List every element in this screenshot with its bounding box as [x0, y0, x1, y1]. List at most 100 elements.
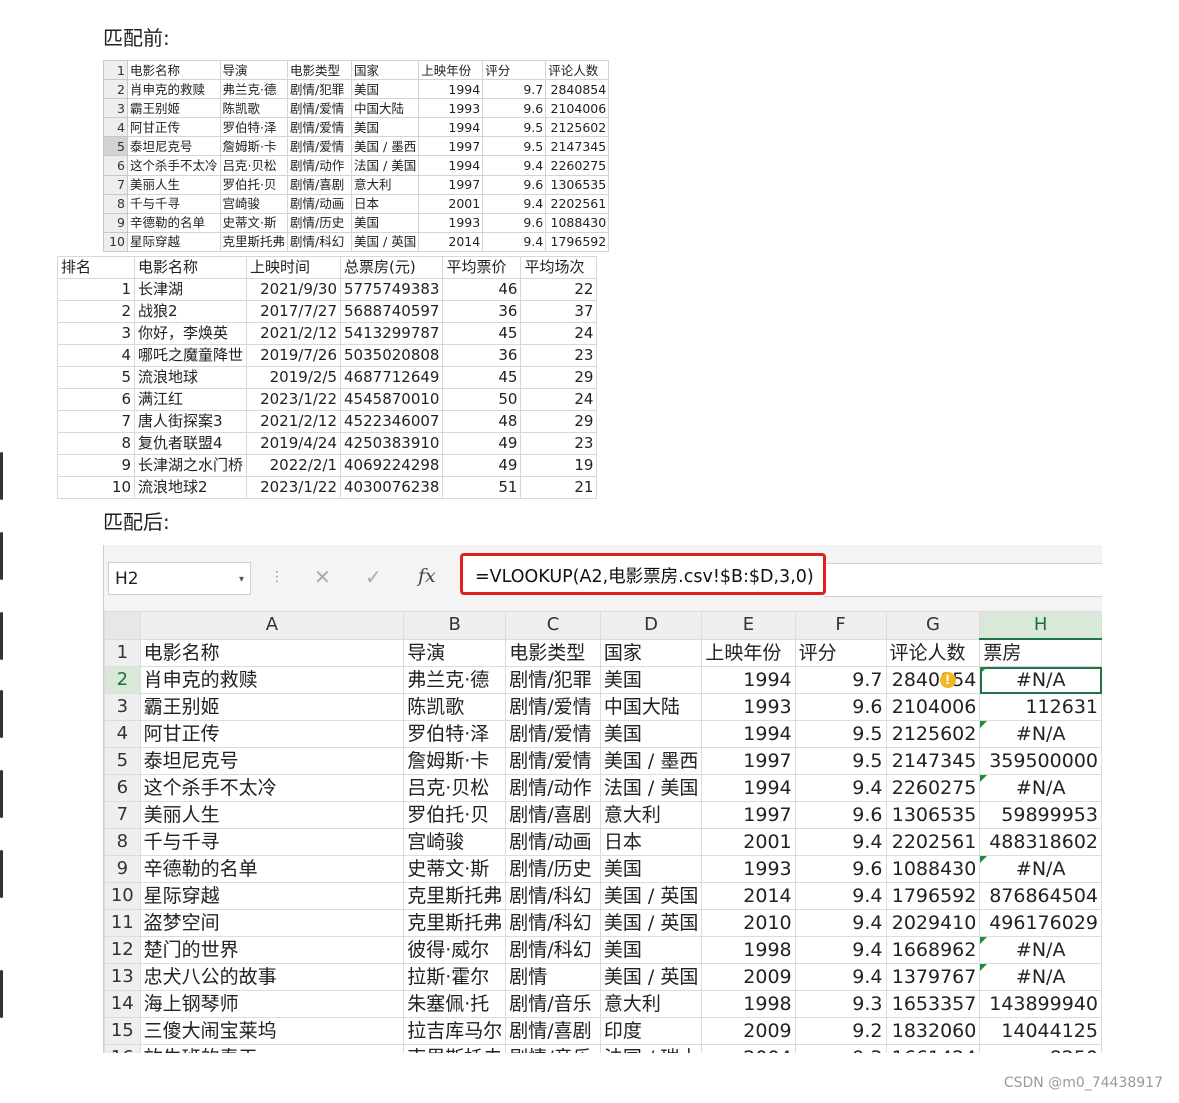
cell[interactable]: 楚门的世界 [139, 936, 405, 964]
cell[interactable]: 2014 [701, 882, 796, 910]
row-header[interactable]: 9 [104, 855, 141, 883]
cell[interactable]: 星际穿越 [139, 882, 405, 910]
cell[interactable]: 2001 [701, 828, 796, 856]
cell[interactable]: 剧情/爱情 [505, 747, 601, 775]
function-icon[interactable]: fx [418, 565, 436, 587]
cell[interactable]: 112631 [979, 693, 1102, 721]
cell[interactable]: 剧情/音乐 [505, 990, 601, 1018]
cell[interactable]: 剧情/科幻 [505, 936, 601, 964]
cell[interactable]: 詹姆斯·卡 [403, 747, 507, 775]
cell[interactable]: 1997 [701, 801, 796, 829]
cell[interactable]: 14044125 [979, 1017, 1102, 1045]
cell[interactable]: 1832060 [885, 1017, 981, 1045]
cell[interactable]: 意大利 [599, 801, 703, 829]
confirm-icon[interactable]: ✓ [365, 565, 382, 589]
row-header[interactable]: 14 [104, 990, 141, 1018]
cell[interactable]: 法国 / 瑞士 [599, 1044, 703, 1053]
row-header[interactable]: 15 [104, 1017, 141, 1045]
cell[interactable]: 罗伯特·泽 [403, 720, 507, 748]
cell[interactable]: 9.3 [794, 1044, 887, 1053]
row-header[interactable]: 6 [104, 774, 141, 802]
cell[interactable]: 印度 [599, 1017, 703, 1045]
row-header[interactable]: 13 [104, 963, 141, 991]
cell[interactable]: 143899940 [979, 990, 1102, 1018]
cell[interactable]: 日本 [599, 828, 703, 856]
sidebar-handle[interactable] [0, 770, 3, 818]
cell[interactable]: 1994 [701, 666, 796, 694]
cell[interactable]: #N/A [979, 963, 1102, 991]
cell[interactable]: 剧情/音乐 [505, 1044, 601, 1053]
cell[interactable]: 弗兰克·德 [403, 666, 507, 694]
cell[interactable]: 9.7 [794, 666, 887, 694]
cell[interactable]: 1997 [701, 747, 796, 775]
cell[interactable]: 陈凯歌 [403, 693, 507, 721]
cell[interactable]: 三傻大闹宝莱坞 [139, 1017, 405, 1045]
cell[interactable]: 吕克·贝松 [403, 774, 507, 802]
cell[interactable]: 1993 [701, 855, 796, 883]
row-header[interactable]: 10 [104, 882, 141, 910]
cell[interactable]: 2004 [701, 1044, 796, 1053]
cell[interactable]: 泰坦尼克号 [139, 747, 405, 775]
cell[interactable]: 美国 [599, 720, 703, 748]
cell[interactable]: 359500000 [979, 747, 1102, 775]
cell[interactable]: 9.5 [794, 747, 887, 775]
warning-icon[interactable]: ! [939, 672, 956, 688]
column-header-d[interactable]: D [599, 611, 703, 640]
cell[interactable]: 496176029 [979, 909, 1102, 937]
cell[interactable]: 放牛班的春天 [139, 1044, 405, 1053]
cell[interactable]: #N/A [979, 936, 1102, 964]
cell[interactable]: 1796592 [885, 882, 981, 910]
cell[interactable]: #N/A [979, 720, 1102, 748]
cell[interactable]: 1994 [701, 774, 796, 802]
cell[interactable]: 肖申克的救赎 [139, 666, 405, 694]
more-options-icon[interactable]: ⋮ [270, 569, 284, 585]
cell[interactable]: 2029410 [885, 909, 981, 937]
cell[interactable]: 意大利 [599, 990, 703, 1018]
cell[interactable]: 剧情/历史 [505, 855, 601, 883]
cell[interactable]: 9.6 [794, 855, 887, 883]
cell[interactable]: 中国大陆 [599, 693, 703, 721]
cell[interactable]: 评分 [794, 638, 887, 667]
name-box[interactable]: H2 ▾ [108, 562, 251, 595]
row-header[interactable]: 16 [104, 1044, 141, 1053]
cell[interactable]: 9.5 [794, 720, 887, 748]
cell[interactable]: 488318602 [979, 828, 1102, 856]
cell[interactable]: #N/A [979, 855, 1102, 883]
cell[interactable]: 1998 [701, 990, 796, 1018]
cell[interactable]: 这个杀手不太冷 [139, 774, 405, 802]
cell[interactable]: 9.4 [794, 774, 887, 802]
cell[interactable]: 票房 [979, 638, 1102, 667]
cell[interactable]: 9.4 [794, 882, 887, 910]
cell[interactable]: 9.6 [794, 693, 887, 721]
cell[interactable]: 克里斯托弗 [403, 882, 507, 910]
cell[interactable]: 美国 [599, 855, 703, 883]
cell[interactable]: 美国 / 英国 [599, 882, 703, 910]
cell[interactable]: 美国 [599, 666, 703, 694]
cell[interactable]: #N/A [979, 666, 1102, 694]
cell[interactable]: 1993 [701, 693, 796, 721]
column-header-a[interactable]: A [139, 611, 405, 640]
cell[interactable]: 剧情/动画 [505, 828, 601, 856]
cell[interactable]: 克里斯托弗 [403, 909, 507, 937]
cell[interactable]: 拉斯·霍尔 [403, 963, 507, 991]
column-header-h[interactable]: H [979, 611, 1102, 640]
cell[interactable]: 剧情/爱情 [505, 693, 601, 721]
cell[interactable]: 霸王别姬 [139, 693, 405, 721]
cell[interactable]: 2202561 [885, 828, 981, 856]
cancel-icon[interactable]: ✕ [314, 565, 331, 589]
chevron-down-icon[interactable]: ▾ [239, 563, 244, 596]
cell[interactable]: 9.4 [794, 936, 887, 964]
sidebar-handle[interactable] [0, 850, 3, 898]
row-header[interactable]: 12 [104, 936, 141, 964]
cell[interactable]: 剧情/喜剧 [505, 801, 601, 829]
cell[interactable]: 千与千寻 [139, 828, 405, 856]
row-header[interactable]: 7 [104, 801, 141, 829]
cell[interactable]: 剧情/犯罪 [505, 666, 601, 694]
row-header[interactable]: 2 [104, 666, 141, 694]
row-header[interactable]: 1 [104, 638, 141, 667]
formula-input-extension[interactable] [824, 563, 1102, 597]
cell[interactable]: 2010 [701, 909, 796, 937]
cell[interactable]: 电影类型 [505, 638, 601, 667]
column-header-b[interactable]: B [403, 611, 507, 640]
cell[interactable]: 59899953 [979, 801, 1102, 829]
